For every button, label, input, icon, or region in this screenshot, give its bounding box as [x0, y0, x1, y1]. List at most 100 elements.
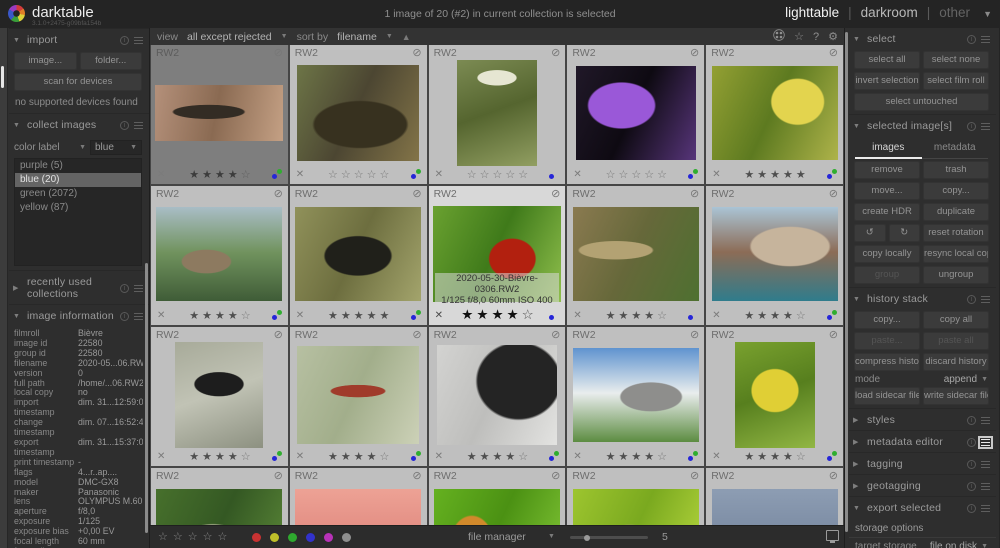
thumbnail-pink-blossoms[interactable]: RW2⊘✕☆☆☆☆☆ — [706, 468, 843, 525]
reset-icon[interactable]: i — [967, 504, 976, 513]
ungroup-button[interactable]: ungroup — [923, 266, 989, 284]
collapse-arrow-icon[interactable]: ▼ — [13, 37, 23, 44]
presets-menu-icon[interactable] — [134, 37, 143, 44]
photo-cat-closeup[interactable] — [437, 345, 557, 445]
module-header-select[interactable]: ▼ select i — [849, 28, 996, 49]
right-panel-scrollbar[interactable] — [845, 32, 848, 532]
filter-color-dot[interactable] — [288, 533, 297, 542]
star-rating[interactable]: ☆☆☆☆☆ — [587, 168, 688, 181]
collapse-arrow-icon[interactable]: ▶ — [13, 284, 23, 292]
star-rating[interactable]: ☆☆☆☆☆ — [310, 168, 411, 181]
module-header-import[interactable]: ▼ import i — [9, 28, 149, 50]
reject-icon[interactable]: ✕ — [435, 451, 449, 462]
collect-item[interactable]: yellow (87) — [15, 201, 141, 215]
thumbnail-black-bird-flying[interactable]: RW2⊘✕★★★★☆ — [151, 327, 288, 466]
thumbnail-swallowtail-butterfly[interactable]: RW2⊘✕★★★★★ — [706, 45, 843, 184]
collapse-arrow-icon[interactable]: ▶ — [853, 416, 863, 424]
reset-icon[interactable]: i — [967, 460, 976, 469]
resync-local-copy-button[interactable]: resync local copy — [923, 245, 989, 263]
chevron-down-icon[interactable]: ▼ — [386, 33, 393, 40]
collapse-arrow-icon[interactable]: ▶ — [853, 438, 863, 446]
load-sidecar-button[interactable]: load sidecar file... — [854, 387, 920, 405]
import-image-button[interactable]: image... — [14, 52, 77, 70]
module-header-collect-images[interactable]: ▼ collect images i — [9, 113, 149, 135]
collapse-arrow-icon[interactable]: ▼ — [13, 122, 23, 129]
reset-icon[interactable]: i — [120, 36, 129, 45]
collect-item[interactable]: blue (20) — [15, 173, 141, 187]
reject-icon[interactable]: ✕ — [296, 451, 310, 462]
group-button[interactable]: group — [854, 266, 920, 284]
star-rating[interactable]: ★★★★★ — [310, 309, 411, 322]
reset-icon[interactable]: i — [120, 284, 129, 293]
collapse-arrow-icon[interactable]: ▼ — [853, 123, 863, 130]
star-rating[interactable]: ★★★★☆ — [587, 450, 688, 463]
thumbnail-red-beetle-on-leaf[interactable]: RW2⊘✕★★★★☆2020-05-30-Bièvre-0306.RW21/12… — [429, 186, 566, 325]
thumbnail-pink-sky-volcano[interactable]: RW2⊘✕☆☆☆☆☆ — [290, 468, 427, 525]
star-rating[interactable]: ★★★★☆ — [587, 309, 688, 322]
copy-locally-button[interactable]: copy locally — [854, 245, 920, 263]
photo-bird-on-mossy-rock[interactable] — [156, 489, 282, 525]
reset-icon[interactable]: i — [967, 438, 976, 447]
star-rating[interactable]: ★★★★☆ — [449, 450, 550, 463]
reset-icon[interactable]: i — [120, 121, 129, 130]
thumbnail-fritillary-butterfly[interactable]: RW2⊘✕☆☆☆☆☆ — [429, 468, 566, 525]
tab-metadata[interactable]: metadata — [922, 139, 989, 159]
select-film-roll-button[interactable]: select film roll — [923, 72, 989, 90]
presets-menu-icon[interactable] — [981, 439, 990, 446]
reset-icon[interactable]: i — [120, 312, 129, 321]
grouping-icon[interactable] — [773, 29, 785, 44]
module-header-history-stack[interactable]: ▼ history stack i — [849, 287, 996, 309]
history-copy-all-button[interactable]: copy all — [923, 311, 989, 329]
module-header-metadata-editor[interactable]: ▶ metadata editor i — [849, 430, 996, 452]
view-lighttable[interactable]: lighttable — [785, 5, 839, 20]
trash-button[interactable]: trash — [923, 161, 989, 179]
photo-rocky-coast[interactable] — [712, 207, 838, 301]
chevron-down-icon[interactable]: ▼ — [981, 376, 988, 383]
layout-mode-dropdown[interactable]: file manager — [468, 531, 526, 543]
select-untouched-button[interactable]: select untouched — [854, 93, 989, 111]
collect-item[interactable]: purple (5) — [15, 159, 141, 173]
photo-fritillary-butterfly[interactable] — [434, 489, 560, 525]
tab-images[interactable]: images — [855, 139, 922, 159]
history-paste-button[interactable]: paste... — [854, 332, 920, 350]
star-rating[interactable]: ★★★★☆ — [171, 309, 272, 322]
thumbnail-garden-plants[interactable]: RW2⊘✕☆☆☆☆☆ — [429, 45, 566, 184]
photo-garden-sculpture[interactable] — [297, 65, 419, 161]
reset-icon[interactable]: i — [967, 35, 976, 44]
sort-ascending-icon[interactable]: ▲ — [402, 32, 411, 42]
thumbnail-amethyst-crystal[interactable]: RW2⊘✕☆☆☆☆☆ — [567, 45, 704, 184]
presets-menu-icon[interactable] — [134, 122, 143, 129]
photo-lizard-on-ground[interactable] — [573, 207, 699, 301]
select-all-button[interactable]: select all — [854, 51, 920, 69]
view-other[interactable]: other — [939, 5, 970, 20]
photo-duck-on-water[interactable] — [295, 207, 421, 301]
thumbnail-yellow-orchid[interactable]: RW2⊘✕★★★★☆ — [706, 327, 843, 466]
reject-icon[interactable]: ✕ — [435, 310, 449, 321]
chevron-down-icon[interactable]: ▼ — [548, 533, 555, 540]
reject-icon[interactable]: ✕ — [573, 451, 587, 462]
chevron-down-icon[interactable]: ▼ — [130, 144, 137, 151]
reset-icon[interactable]: i — [967, 122, 976, 131]
collapse-arrow-icon[interactable]: ▶ — [853, 482, 863, 490]
history-paste-all-button[interactable]: paste all — [923, 332, 989, 350]
thumbnail-dragonfly-on-branch[interactable]: RW2⊘✕★★★★☆ — [290, 327, 427, 466]
reject-icon[interactable]: ✕ — [157, 451, 171, 462]
presets-menu-icon[interactable] — [134, 285, 143, 292]
reset-icon[interactable]: i — [967, 416, 976, 425]
photo-pink-sky-volcano[interactable] — [295, 489, 421, 525]
presets-menu-icon[interactable] — [981, 461, 990, 468]
star-rating[interactable]: ★★★★☆ — [171, 168, 272, 181]
collapse-arrow-icon[interactable]: ▼ — [853, 36, 863, 43]
thumbnail-bird-on-mossy-rock[interactable]: RW2⊘✕☆☆☆☆☆ — [151, 468, 288, 525]
preferences-gear-icon[interactable]: ⚙ — [828, 30, 838, 43]
photo-eagle-over-cliff[interactable] — [155, 85, 283, 141]
presets-menu-icon[interactable] — [981, 417, 990, 424]
history-copy-button[interactable]: copy... — [854, 311, 920, 329]
left-panel-resize-handle[interactable] — [0, 28, 8, 548]
reset-icon[interactable]: i — [967, 482, 976, 491]
presets-menu-icon[interactable] — [134, 313, 143, 320]
invert-selection-button[interactable]: invert selection — [854, 72, 920, 90]
left-panel-scrollbar[interactable] — [145, 263, 148, 533]
reject-icon[interactable]: ✕ — [712, 169, 726, 180]
presets-menu-icon[interactable] — [981, 483, 990, 490]
